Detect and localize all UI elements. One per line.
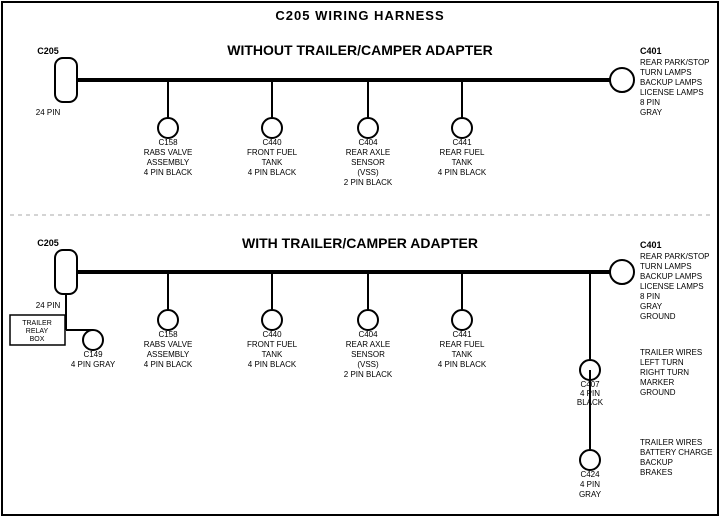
svg-text:TANK: TANK <box>262 158 283 167</box>
svg-text:GROUND: GROUND <box>640 312 676 321</box>
svg-text:4 PIN BLACK: 4 PIN BLACK <box>248 168 297 177</box>
svg-text:2 PIN BLACK: 2 PIN BLACK <box>344 178 393 187</box>
svg-text:SENSOR: SENSOR <box>351 158 385 167</box>
wiring-diagram: WITHOUT TRAILER/CAMPER ADAPTER C205 24 P… <box>0 0 720 517</box>
svg-text:24 PIN: 24 PIN <box>36 301 61 310</box>
svg-text:(VSS): (VSS) <box>357 360 379 369</box>
svg-text:C440: C440 <box>262 138 282 147</box>
svg-text:C158: C158 <box>158 138 178 147</box>
svg-text:RELAY: RELAY <box>26 328 49 335</box>
svg-text:4 PIN BLACK: 4 PIN BLACK <box>248 360 297 369</box>
svg-text:4 PIN BLACK: 4 PIN BLACK <box>144 168 193 177</box>
svg-text:C401: C401 <box>640 240 662 250</box>
svg-text:C424: C424 <box>580 470 600 479</box>
svg-text:C441: C441 <box>452 138 472 147</box>
svg-text:2 PIN BLACK: 2 PIN BLACK <box>344 370 393 379</box>
svg-text:4 PIN BLACK: 4 PIN BLACK <box>438 360 487 369</box>
svg-text:C158: C158 <box>158 330 178 339</box>
svg-text:4 PIN BLACK: 4 PIN BLACK <box>438 168 487 177</box>
svg-text:WITH TRAILER/CAMPER ADAPTER: WITH TRAILER/CAMPER ADAPTER <box>242 235 478 251</box>
svg-text:GROUND: GROUND <box>640 388 676 397</box>
svg-text:C441: C441 <box>452 330 472 339</box>
svg-text:TURN LAMPS: TURN LAMPS <box>640 68 692 77</box>
svg-text:BATTERY CHARGE: BATTERY CHARGE <box>640 448 712 457</box>
svg-text:4 PIN GRAY: 4 PIN GRAY <box>71 360 116 369</box>
svg-text:BACKUP LAMPS: BACKUP LAMPS <box>640 272 702 281</box>
svg-text:BACKUP LAMPS: BACKUP LAMPS <box>640 78 702 87</box>
svg-text:SENSOR: SENSOR <box>351 350 385 359</box>
svg-text:24 PIN: 24 PIN <box>36 108 61 117</box>
svg-text:ASSEMBLY: ASSEMBLY <box>147 158 190 167</box>
svg-text:LEFT TURN: LEFT TURN <box>640 358 684 367</box>
svg-text:BRAKES: BRAKES <box>640 468 672 477</box>
svg-text:REAR PARK/STOP: REAR PARK/STOP <box>640 58 710 67</box>
svg-text:8 PIN: 8 PIN <box>640 98 660 107</box>
svg-text:FRONT FUEL: FRONT FUEL <box>247 148 298 157</box>
svg-text:TRAILER WIRES: TRAILER WIRES <box>640 438 702 447</box>
svg-text:REAR PARK/STOP: REAR PARK/STOP <box>640 252 710 261</box>
svg-text:TRAILER: TRAILER <box>22 320 52 327</box>
svg-text:REAR FUEL: REAR FUEL <box>440 148 485 157</box>
svg-text:BACKUP: BACKUP <box>640 458 673 467</box>
svg-text:LICENSE LAMPS: LICENSE LAMPS <box>640 282 704 291</box>
svg-text:C149: C149 <box>83 350 103 359</box>
svg-text:TANK: TANK <box>452 158 473 167</box>
svg-text:8 PIN: 8 PIN <box>640 292 660 301</box>
svg-text:C404: C404 <box>358 138 378 147</box>
svg-text:GRAY: GRAY <box>640 302 663 311</box>
svg-text:RABS VALVE: RABS VALVE <box>144 340 193 349</box>
svg-text:TANK: TANK <box>262 350 283 359</box>
svg-text:GRAY: GRAY <box>640 108 663 117</box>
svg-text:C205: C205 <box>37 46 59 56</box>
svg-text:FRONT FUEL: FRONT FUEL <box>247 340 298 349</box>
svg-text:GRAY: GRAY <box>579 490 602 499</box>
svg-text:BOX: BOX <box>30 336 45 343</box>
svg-text:RIGHT TURN: RIGHT TURN <box>640 368 689 377</box>
svg-text:REAR AXLE: REAR AXLE <box>346 340 390 349</box>
svg-text:REAR AXLE: REAR AXLE <box>346 148 390 157</box>
svg-text:RABS VALVE: RABS VALVE <box>144 148 193 157</box>
svg-text:C205: C205 <box>37 238 59 248</box>
svg-text:C401: C401 <box>640 46 662 56</box>
svg-text:MARKER: MARKER <box>640 378 674 387</box>
svg-text:TURN LAMPS: TURN LAMPS <box>640 262 692 271</box>
svg-text:TANK: TANK <box>452 350 473 359</box>
svg-text:4 PIN: 4 PIN <box>580 480 600 489</box>
svg-text:4 PIN BLACK: 4 PIN BLACK <box>144 360 193 369</box>
svg-text:C440: C440 <box>262 330 282 339</box>
svg-text:TRAILER WIRES: TRAILER WIRES <box>640 348 702 357</box>
svg-text:(VSS): (VSS) <box>357 168 379 177</box>
svg-text:WITHOUT TRAILER/CAMPER ADAPT: WITHOUT TRAILER/CAMPER ADAPTER <box>227 42 492 58</box>
svg-text:C404: C404 <box>358 330 378 339</box>
svg-text:REAR FUEL: REAR FUEL <box>440 340 485 349</box>
svg-text:ASSEMBLY: ASSEMBLY <box>147 350 190 359</box>
svg-text:LICENSE LAMPS: LICENSE LAMPS <box>640 88 704 97</box>
